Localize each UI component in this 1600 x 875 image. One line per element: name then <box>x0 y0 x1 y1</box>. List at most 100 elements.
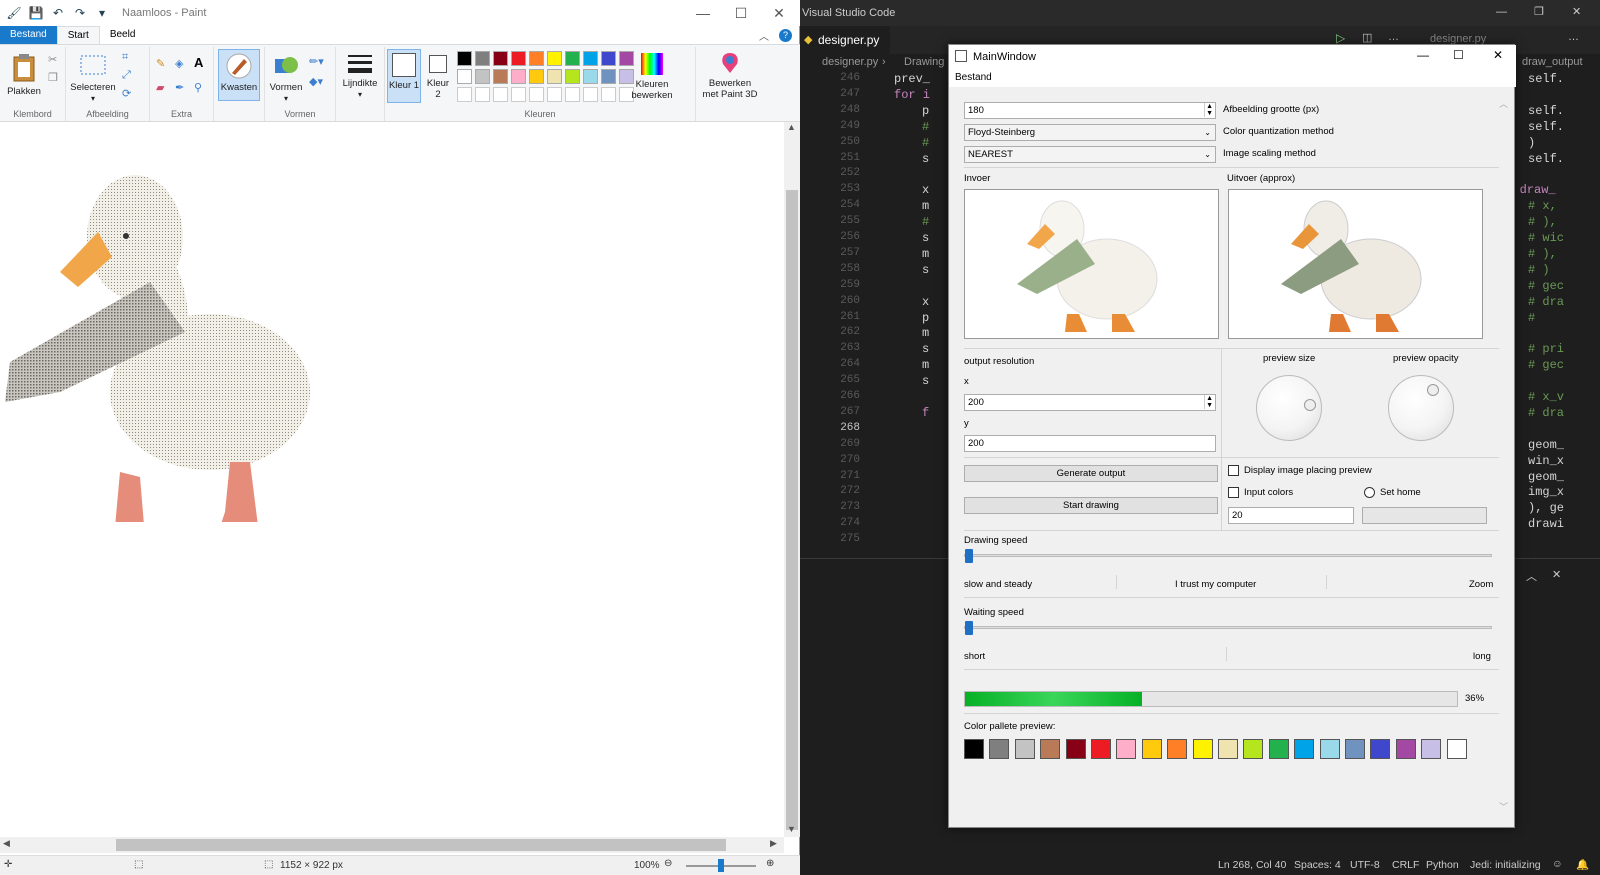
brushes-button[interactable]: Kwasten <box>218 49 260 101</box>
minimap-code-line[interactable]: # dra <box>1528 406 1564 420</box>
custom-palette-swatch[interactable] <box>475 87 490 102</box>
code-line[interactable]: prev_ <box>894 72 930 86</box>
palette-swatch[interactable] <box>547 69 562 84</box>
code-line[interactable]: m <box>922 358 929 372</box>
code-line[interactable]: m <box>922 247 929 261</box>
code-line[interactable]: s <box>922 342 929 356</box>
collapse-ribbon-icon[interactable]: ︿ <box>759 28 769 43</box>
feedback-icon[interactable]: ☺ <box>1552 858 1563 870</box>
vscode-restore-button[interactable]: ❐ <box>1534 5 1544 18</box>
zoom-slider-handle[interactable] <box>718 859 724 872</box>
tab-file[interactable]: Bestand <box>0 26 57 44</box>
select-button[interactable]: Selecteren ▾ <box>68 53 118 104</box>
redo-icon[interactable]: ↷ <box>72 5 88 21</box>
mw-maximize-button[interactable]: ☐ <box>1453 48 1464 62</box>
paint-canvas[interactable] <box>0 122 790 837</box>
custom-palette-swatch[interactable] <box>457 87 472 102</box>
minimap-code-line[interactable]: self. <box>1528 72 1564 86</box>
code-line[interactable]: x <box>922 295 929 309</box>
custom-palette-swatch[interactable] <box>529 87 544 102</box>
maximize-button[interactable]: ☐ <box>722 0 760 26</box>
minimap-code-line[interactable]: # gec <box>1528 358 1564 372</box>
minimap-code-line[interactable]: geom_ <box>1528 438 1564 452</box>
palette-swatch[interactable] <box>457 51 472 66</box>
paste-button[interactable]: Plakken <box>4 53 44 97</box>
horizontal-scrollbar[interactable]: ◀ ▶ <box>0 837 784 853</box>
color-picker-icon[interactable]: ✒ <box>175 81 184 94</box>
palette-swatch[interactable] <box>493 51 508 66</box>
generate-output-button[interactable]: Generate output <box>964 465 1218 482</box>
minimap-code-line[interactable]: self. <box>1528 120 1564 134</box>
code-line[interactable]: s <box>922 231 929 245</box>
start-drawing-button[interactable]: Start drawing <box>964 497 1218 514</box>
maximize-panel-icon[interactable]: ︿ <box>1526 568 1537 584</box>
quantization-select[interactable]: Floyd-Steinberg ⌄ <box>964 124 1216 141</box>
palette-swatch[interactable] <box>511 51 526 66</box>
crop-icon[interactable]: ⌗ <box>122 51 128 64</box>
x-spinbox[interactable]: 200 ▲ ▼ <box>964 394 1216 411</box>
minimap-code-line[interactable]: # dra <box>1528 295 1564 309</box>
palette-swatch[interactable] <box>601 51 616 66</box>
minimap-code-line[interactable]: # <box>1528 311 1535 325</box>
code-line[interactable]: # <box>922 215 929 229</box>
spin-arrows-icon[interactable]: ▲ ▼ <box>1204 395 1214 409</box>
minimap-code-line[interactable]: geom_ <box>1528 470 1564 484</box>
custom-palette-swatch[interactable] <box>601 87 616 102</box>
language-server-status[interactable]: Jedi: initializing <box>1470 859 1541 871</box>
palette-swatch[interactable] <box>565 69 580 84</box>
code-line[interactable]: s <box>922 374 929 388</box>
close-button[interactable]: ✕ <box>760 0 798 26</box>
custom-palette-swatch[interactable] <box>583 87 598 102</box>
preview-size-dial[interactable] <box>1256 375 1322 441</box>
minimap-code-line[interactable]: drawi <box>1528 517 1564 531</box>
custom-palette-swatch[interactable] <box>493 87 508 102</box>
custom-palette-swatch[interactable] <box>547 87 562 102</box>
minimap-code-line[interactable]: win_x <box>1528 454 1564 468</box>
palette-swatch[interactable] <box>529 51 544 66</box>
palette-swatch[interactable] <box>547 51 562 66</box>
code-line[interactable]: # <box>922 136 929 150</box>
color2-button[interactable]: Kleur 2 <box>423 55 453 100</box>
input-colors-checkbox[interactable] <box>1228 487 1239 498</box>
copy-icon[interactable]: ❐ <box>48 71 58 84</box>
undo-icon[interactable]: ↶ <box>50 5 66 21</box>
waiting-speed-slider[interactable] <box>964 626 1492 629</box>
edit-colors-button[interactable]: Kleuren bewerken <box>629 53 675 101</box>
paint3d-button[interactable]: Bewerken met Paint 3D <box>700 51 760 100</box>
mw-minimize-button[interactable]: — <box>1417 48 1429 62</box>
split-editor-icon[interactable]: ◫ <box>1362 31 1372 44</box>
scroll-up-icon[interactable]: ︿ <box>1499 97 1508 110</box>
pencil-icon[interactable]: ✎ <box>156 57 165 70</box>
vscode-minimize-button[interactable]: — <box>1496 6 1507 18</box>
scroll-left-icon[interactable]: ◀ <box>3 838 10 849</box>
drawing-speed-slider[interactable] <box>964 554 1492 557</box>
waiting-speed-handle[interactable] <box>965 621 973 635</box>
dial-knob[interactable] <box>1427 384 1439 396</box>
vertical-scrollbar[interactable]: ▲ ▼ <box>784 122 800 837</box>
eraser-icon[interactable]: ▰ <box>156 81 164 94</box>
set-home-radio[interactable] <box>1364 487 1375 498</box>
size-spinbox[interactable]: 180 ▲ ▼ <box>964 102 1216 119</box>
minimap-code-line[interactable]: # ), <box>1528 247 1557 261</box>
scroll-down-icon[interactable]: ﹀ <box>1499 800 1508 813</box>
outline-icon[interactable]: ✏▾ <box>309 55 324 68</box>
minimap-code-line[interactable]: # wic <box>1528 231 1564 245</box>
minimap-code-line[interactable]: # ) <box>1528 263 1550 277</box>
code-line[interactable]: m <box>922 199 929 213</box>
palette-swatch[interactable] <box>511 69 526 84</box>
color1-button[interactable]: Kleur 1 <box>387 49 421 103</box>
minimize-button[interactable]: — <box>684 0 722 26</box>
palette-swatch[interactable] <box>457 69 472 84</box>
scroll-up-icon[interactable]: ▲ <box>787 122 796 132</box>
palette-swatch[interactable] <box>475 69 490 84</box>
indentation[interactable]: Spaces: 4 <box>1294 859 1341 871</box>
minimap-code-line[interactable]: self. <box>1528 104 1564 118</box>
horizontal-scroll-thumb[interactable] <box>116 839 726 851</box>
shapes-button[interactable]: Vormen ▾ <box>267 53 305 104</box>
code-line[interactable]: # <box>922 120 929 134</box>
input-colors-field[interactable]: 20 <box>1228 507 1354 524</box>
minimap-code-line[interactable]: # pri <box>1528 342 1564 356</box>
fill-shape-icon[interactable]: ◆▾ <box>309 75 323 88</box>
more-actions-icon[interactable]: … <box>1388 31 1399 43</box>
resize-icon[interactable]: ⤢ <box>122 69 131 82</box>
